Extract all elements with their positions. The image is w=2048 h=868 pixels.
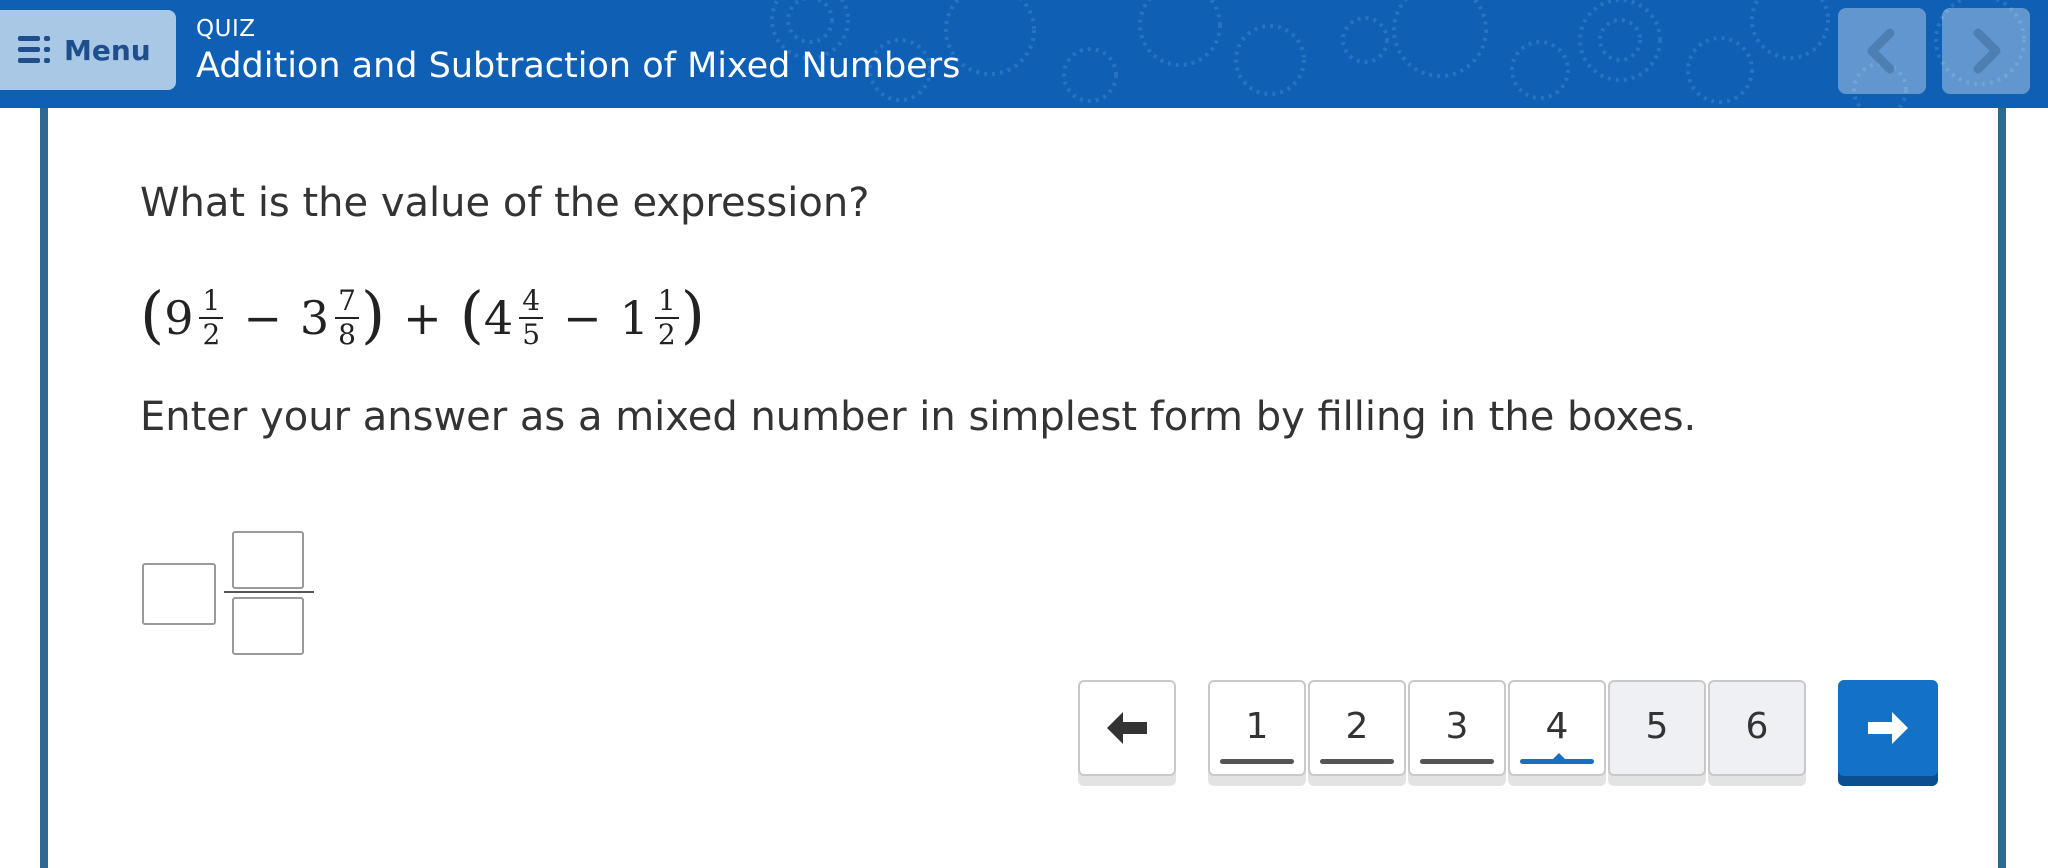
previous-activity-button[interactable] (1838, 8, 1926, 94)
arrow-right-icon (1868, 712, 1908, 744)
plus-operator: + (403, 291, 442, 345)
whole-number: 1 (619, 291, 649, 345)
answered-indicator (1320, 759, 1394, 764)
minus-operator: − (243, 291, 282, 345)
arrow-left-icon (1107, 712, 1147, 744)
page-number-label: 2 (1345, 705, 1369, 747)
chevron-right-icon (1973, 28, 2001, 74)
menu-list-icon (18, 36, 50, 63)
math-expression: ( 9 1 2 − 3 7 8 ) + ( 4 4 5 − 1 1 2 ) (140, 278, 705, 358)
content-frame-right-border (1998, 108, 2006, 868)
answer-numerator-input[interactable] (232, 531, 304, 589)
answer-whole-number-input[interactable] (142, 563, 216, 625)
page-button-4[interactable]: 4 (1508, 680, 1606, 776)
page-number-label: 3 (1445, 705, 1469, 747)
next-activity-button[interactable] (1942, 8, 2030, 94)
chevron-left-icon (1867, 28, 1895, 74)
open-parenthesis: ( (459, 278, 484, 351)
close-parenthesis: ) (360, 278, 386, 351)
fraction: 1 2 (654, 287, 679, 351)
denominator: 2 (657, 318, 676, 351)
current-page-indicator (1520, 759, 1594, 764)
fraction: 7 8 (335, 287, 359, 349)
numerator: 4 (519, 287, 544, 319)
menu-button[interactable]: Menu (0, 10, 176, 90)
fraction: 4 5 (519, 287, 544, 351)
page-number-label: 6 (1745, 705, 1769, 747)
whole-number: 4 (483, 291, 514, 345)
menu-label: Menu (64, 33, 151, 67)
content-frame-left-border (40, 108, 48, 868)
next-question-button[interactable] (1838, 680, 1938, 776)
answer-fraction-bar (224, 591, 314, 593)
page-button-6[interactable]: 6 (1708, 680, 1806, 776)
previous-question-button[interactable] (1078, 680, 1176, 776)
denominator: 5 (522, 318, 541, 351)
answer-instruction: Enter your answer as a mixed number in s… (140, 394, 1697, 440)
section-label: QUIZ (196, 16, 256, 42)
numerator: 1 (199, 287, 224, 319)
answered-indicator (1220, 759, 1294, 764)
page-title: Addition and Subtraction of Mixed Number… (196, 46, 961, 86)
page-number-label: 1 (1245, 705, 1269, 747)
answer-denominator-input[interactable] (232, 597, 304, 655)
denominator: 2 (202, 318, 221, 351)
page-number-label: 5 (1645, 705, 1669, 747)
question-prompt: What is the value of the expression? (140, 180, 870, 226)
fraction: 1 2 (199, 287, 224, 351)
denominator: 8 (338, 318, 356, 351)
page-button-1[interactable]: 1 (1208, 680, 1306, 776)
whole-number: 3 (299, 291, 330, 345)
numerator: 7 (335, 287, 359, 319)
answered-indicator (1420, 759, 1494, 764)
page-button-3[interactable]: 3 (1408, 680, 1506, 776)
whole-number: 9 (164, 291, 194, 345)
page-number-label: 4 (1545, 705, 1569, 747)
minus-operator: − (563, 291, 602, 345)
open-parenthesis: ( (140, 278, 165, 351)
quiz-header: Menu QUIZ Addition and Subtraction of Mi… (0, 0, 2048, 108)
close-parenthesis: ) (680, 278, 705, 351)
numerator: 1 (654, 287, 679, 319)
page-button-5[interactable]: 5 (1608, 680, 1706, 776)
page-button-2[interactable]: 2 (1308, 680, 1406, 776)
